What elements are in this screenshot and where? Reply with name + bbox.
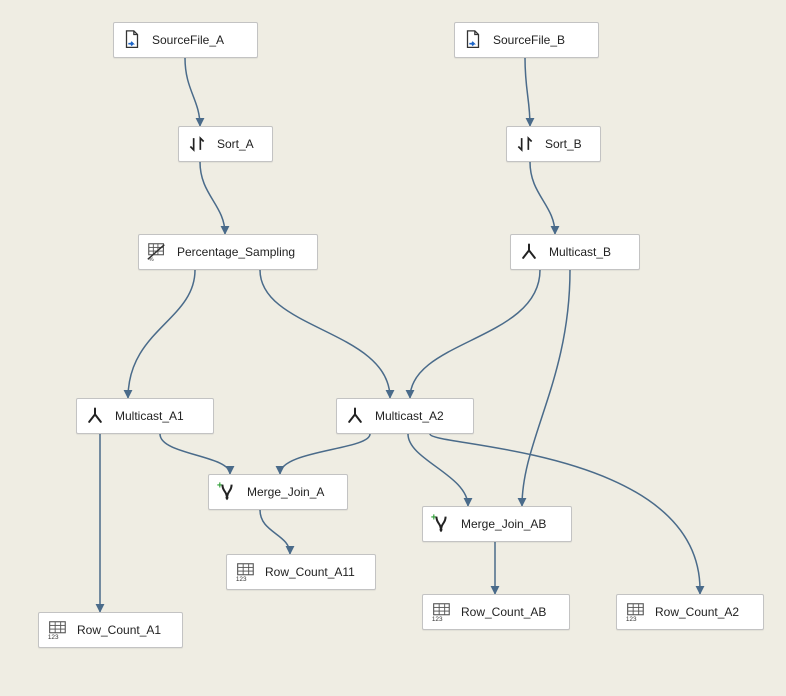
node-label: Row_Count_AB [461, 605, 546, 619]
multicast-icon [83, 404, 107, 428]
node-multicast-a2[interactable]: Multicast_A2 [336, 398, 474, 434]
node-label: Sort_B [545, 137, 582, 151]
node-label: Sort_A [217, 137, 254, 151]
sampling-icon: % [145, 240, 169, 264]
node-row-count-a1[interactable]: 123 Row_Count_A1 [38, 612, 183, 648]
node-label: Multicast_B [549, 245, 611, 259]
node-label: Merge_Join_A [247, 485, 324, 499]
node-multicast-b[interactable]: Multicast_B [510, 234, 640, 270]
node-row-count-a11[interactable]: 123 Row_Count_A11 [226, 554, 376, 590]
merge-join-icon: + [215, 480, 239, 504]
node-label: Multicast_A1 [115, 409, 184, 423]
connectors-layer [0, 0, 786, 696]
svg-text:123: 123 [626, 616, 637, 623]
node-label: Percentage_Sampling [177, 245, 295, 259]
node-label: Multicast_A2 [375, 409, 444, 423]
node-sort-b[interactable]: Sort_B [506, 126, 601, 162]
node-source-file-b[interactable]: SourceFile_B [454, 22, 599, 58]
node-label: SourceFile_B [493, 33, 565, 47]
multicast-icon [343, 404, 367, 428]
node-merge-join-ab[interactable]: + Merge_Join_AB [422, 506, 572, 542]
sort-icon [513, 132, 537, 156]
node-label: Row_Count_A11 [265, 565, 355, 579]
row-count-icon: 123 [623, 600, 647, 624]
svg-text:%: % [149, 257, 154, 263]
row-count-icon: 123 [233, 560, 257, 584]
node-multicast-a1[interactable]: Multicast_A1 [76, 398, 214, 434]
svg-text:123: 123 [48, 634, 59, 641]
node-percentage-sampling[interactable]: % Percentage_Sampling [138, 234, 318, 270]
node-merge-join-a[interactable]: + Merge_Join_A [208, 474, 348, 510]
multicast-icon [517, 240, 541, 264]
node-label: SourceFile_A [152, 33, 224, 47]
node-sort-a[interactable]: Sort_A [178, 126, 273, 162]
row-count-icon: 123 [45, 618, 69, 642]
node-label: Merge_Join_AB [461, 517, 546, 531]
svg-text:123: 123 [432, 616, 443, 623]
file-source-icon [120, 28, 144, 52]
merge-join-icon: + [429, 512, 453, 536]
node-label: Row_Count_A1 [77, 623, 161, 637]
node-label: Row_Count_A2 [655, 605, 739, 619]
node-source-file-a[interactable]: SourceFile_A [113, 22, 258, 58]
svg-text:123: 123 [236, 576, 247, 583]
sort-icon [185, 132, 209, 156]
node-row-count-a2[interactable]: 123 Row_Count_A2 [616, 594, 764, 630]
flow-canvas[interactable]: SourceFile_A SourceFile_B Sort_A [0, 0, 786, 696]
row-count-icon: 123 [429, 600, 453, 624]
node-row-count-ab[interactable]: 123 Row_Count_AB [422, 594, 570, 630]
file-source-icon [461, 28, 485, 52]
